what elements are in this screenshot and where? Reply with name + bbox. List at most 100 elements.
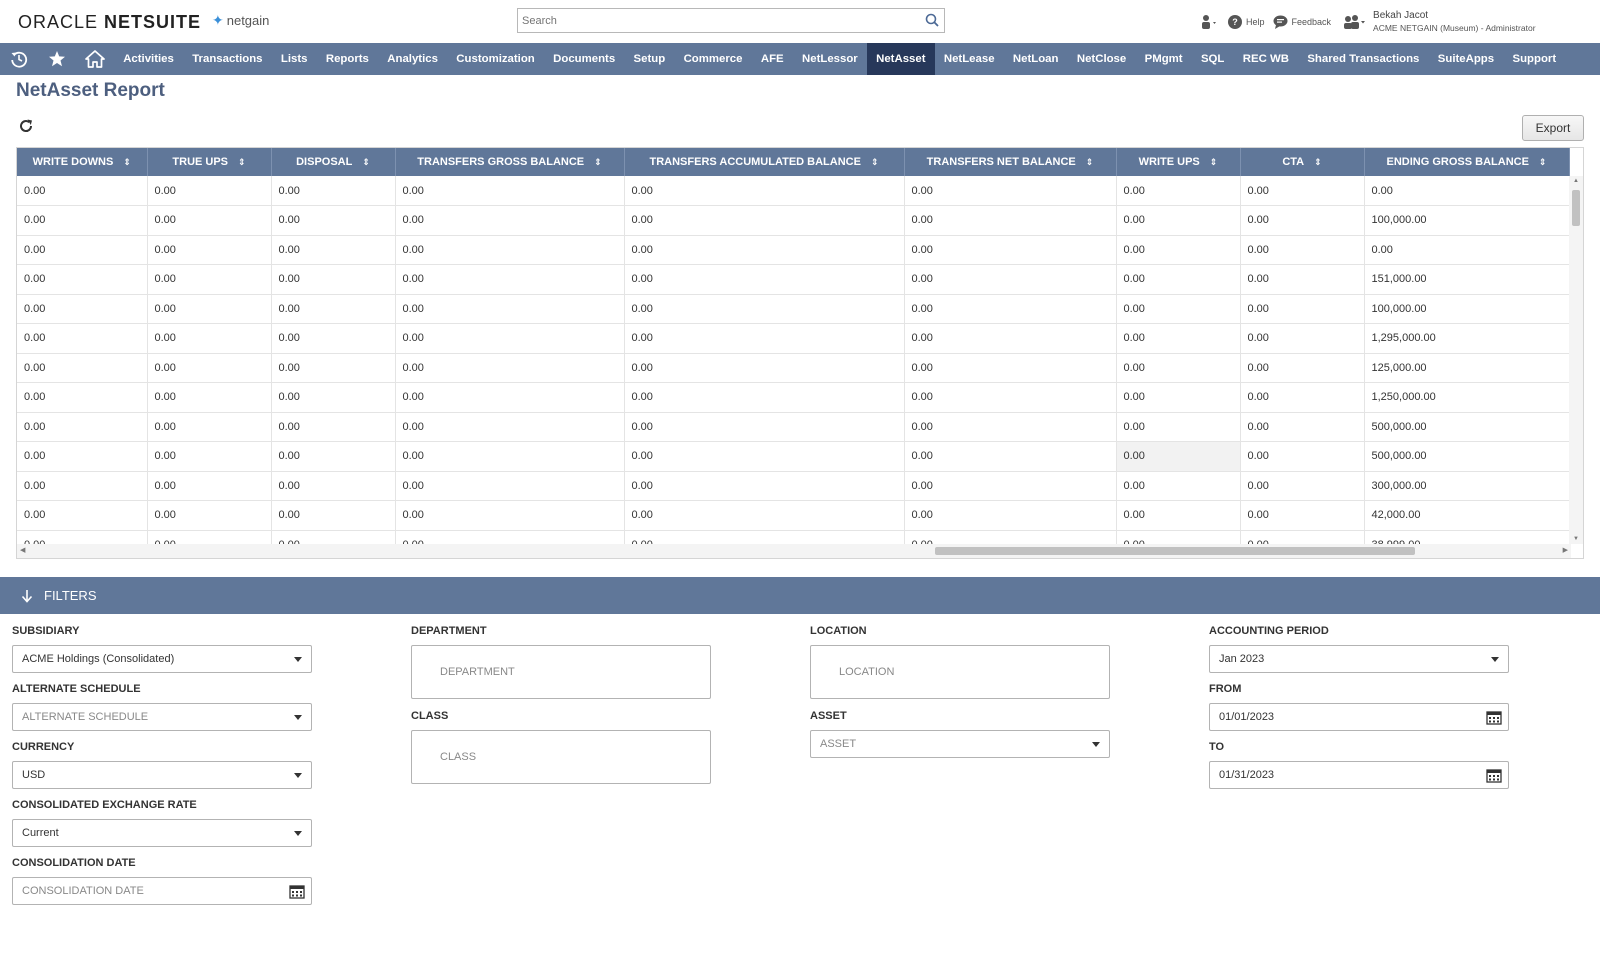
global-search[interactable] [517, 8, 945, 33]
column-header[interactable]: TRUE UPS ⇕ [147, 148, 272, 176]
table-cell: 0.00 [904, 382, 1117, 413]
alternate-schedule-select[interactable]: ALTERNATE SCHEDULE [12, 703, 312, 731]
table-cell: 0.00 [17, 294, 148, 324]
nav-shortcuts[interactable] [38, 43, 76, 75]
calendar-icon[interactable] [1486, 710, 1502, 725]
nav-netasset[interactable]: NetAsset [866, 43, 935, 75]
column-header[interactable]: DISPOSAL ⇕ [271, 148, 396, 176]
class-multiselect[interactable]: CLASS [411, 730, 711, 784]
accounting-period-value: Jan 2023 [1219, 653, 1265, 665]
sort-icon[interactable]: ⇕ [362, 157, 370, 168]
asset-select[interactable]: ASSET [810, 730, 1110, 758]
scroll-down-icon[interactable]: ▼ [1573, 536, 1579, 542]
nav-analytics[interactable]: Analytics [378, 43, 447, 75]
sort-icon[interactable]: ⇕ [238, 157, 246, 168]
scroll-right-icon[interactable]: ▶ [1563, 546, 1568, 554]
table-cell: 0.00 [624, 471, 905, 501]
nav-home[interactable] [76, 43, 114, 75]
sort-icon[interactable]: ⇕ [594, 157, 602, 168]
nav-commerce[interactable]: Commerce [674, 43, 751, 75]
table-cell: 0.00 [1116, 353, 1241, 383]
netsuite-logo[interactable]: ORACLE NETSUITE [18, 12, 201, 33]
sort-icon[interactable]: ⇕ [1210, 157, 1218, 168]
sort-icon[interactable]: ⇕ [1314, 157, 1322, 168]
vertical-scroll-thumb[interactable] [1572, 190, 1580, 226]
sort-icon[interactable]: ⇕ [1086, 157, 1094, 168]
department-multiselect[interactable]: DEPARTMENT [411, 645, 711, 699]
column-header[interactable]: TRANSFERS GROSS BALANCE ⇕ [395, 148, 625, 176]
consolidation-date-placeholder: CONSOLIDATION DATE [22, 885, 144, 897]
from-date-field[interactable]: 01/01/2023 [1209, 703, 1509, 731]
nav-activities[interactable]: Activities [114, 43, 183, 75]
table-cell: 0.00 [624, 176, 905, 206]
table-cell: 0.00 [271, 382, 396, 413]
nav-transactions[interactable]: Transactions [183, 43, 272, 75]
horizontal-scrollbar[interactable]: ◀ ▶ [17, 544, 1571, 558]
nav-netloan[interactable]: NetLoan [1004, 43, 1068, 75]
table-cell: 0.00 [395, 412, 625, 442]
column-header[interactable]: TRANSFERS NET BALANCE ⇕ [904, 148, 1117, 176]
currency-select[interactable]: USD [12, 761, 312, 789]
nav-sql[interactable]: SQL [1192, 43, 1234, 75]
calendar-icon[interactable] [1486, 768, 1502, 783]
table-cell: 0.00 [395, 500, 625, 531]
export-button[interactable]: Export [1522, 115, 1584, 141]
column-header[interactable]: WRITE DOWNS ⇕ [17, 148, 148, 176]
table-cell: 0.00 [271, 353, 396, 383]
table-cell: 0.00 [147, 176, 272, 206]
column-header[interactable]: ENDING GROSS BALANCE ⇕ [1364, 148, 1570, 176]
recent-records-menu[interactable] [1200, 14, 1220, 30]
nav-pmgmt[interactable]: PMgmt [1135, 43, 1191, 75]
nav-netlessor[interactable]: NetLessor [793, 43, 867, 75]
to-date-field[interactable]: 01/31/2023 [1209, 761, 1509, 789]
sort-icon[interactable]: ⇕ [871, 157, 879, 168]
user-menu[interactable]: Bekah Jacot ACME NETGAIN (Museum) - Admi… [1343, 10, 1536, 34]
table-cell: 0.00 [1240, 382, 1365, 413]
nav-customization[interactable]: Customization [447, 43, 544, 75]
table-cell: 0.00 [17, 382, 148, 413]
nav-lists[interactable]: Lists [272, 43, 317, 75]
consolidated-exchange-rate-select[interactable]: Current [12, 819, 312, 847]
scroll-up-icon[interactable]: ▲ [1573, 178, 1579, 184]
help-link[interactable]: ? Help [1228, 15, 1265, 29]
nav-netclose[interactable]: NetClose [1068, 43, 1136, 75]
location-multiselect[interactable]: LOCATION [810, 645, 1110, 699]
nav-afe[interactable]: AFE [752, 43, 793, 75]
sort-icon[interactable]: ⇕ [1539, 157, 1547, 168]
vertical-scrollbar[interactable]: ▲ ▼ [1569, 176, 1583, 544]
nav-shared-transactions[interactable]: Shared Transactions [1298, 43, 1428, 75]
table-cell: 0.00 [395, 471, 625, 501]
accounting-period-select[interactable]: Jan 2023 [1209, 645, 1509, 673]
column-header-label: TRANSFERS ACCUMULATED BALANCE [649, 156, 861, 168]
column-header[interactable]: WRITE UPS ⇕ [1116, 148, 1241, 176]
consolidation-date-field[interactable]: CONSOLIDATION DATE [12, 877, 312, 905]
horizontal-scroll-thumb[interactable] [935, 547, 1415, 555]
column-header[interactable]: TRANSFERS ACCUMULATED BALANCE ⇕ [624, 148, 905, 176]
currency-value: USD [22, 769, 46, 781]
table-cell: 0.00 [395, 441, 625, 472]
search-input[interactable] [518, 9, 918, 32]
refresh-icon[interactable] [18, 118, 34, 134]
scroll-left-icon[interactable]: ◀ [20, 546, 25, 554]
subsidiary-select[interactable]: ACME Holdings (Consolidated) [12, 645, 312, 673]
feedback-link[interactable]: Feedback [1273, 15, 1331, 29]
nav-netlease[interactable]: NetLease [935, 43, 1004, 75]
nav-rec-wb[interactable]: REC WB [1234, 43, 1299, 75]
sort-icon[interactable]: ⇕ [123, 157, 131, 168]
nav-support[interactable]: Support [1503, 43, 1565, 75]
nav-suiteapps[interactable]: SuiteApps [1429, 43, 1504, 75]
to-date-value: 01/31/2023 [1219, 769, 1275, 781]
table-cell: 0.00 [271, 471, 396, 501]
nav-reports[interactable]: Reports [317, 43, 378, 75]
nav-documents[interactable]: Documents [544, 43, 624, 75]
nav-setup[interactable]: Setup [624, 43, 674, 75]
search-icon[interactable] [925, 13, 939, 27]
class-label: CLASS [411, 710, 449, 722]
nav-recent-records[interactable] [0, 43, 38, 75]
calendar-icon[interactable] [289, 884, 305, 899]
table-cell: 0.00 [1240, 235, 1365, 265]
table-cell: 0.00 [1240, 353, 1365, 383]
table-cell: 0.00 [147, 500, 272, 531]
filters-toggle[interactable]: FILTERS [0, 577, 1600, 614]
column-header[interactable]: CTA ⇕ [1240, 148, 1365, 176]
